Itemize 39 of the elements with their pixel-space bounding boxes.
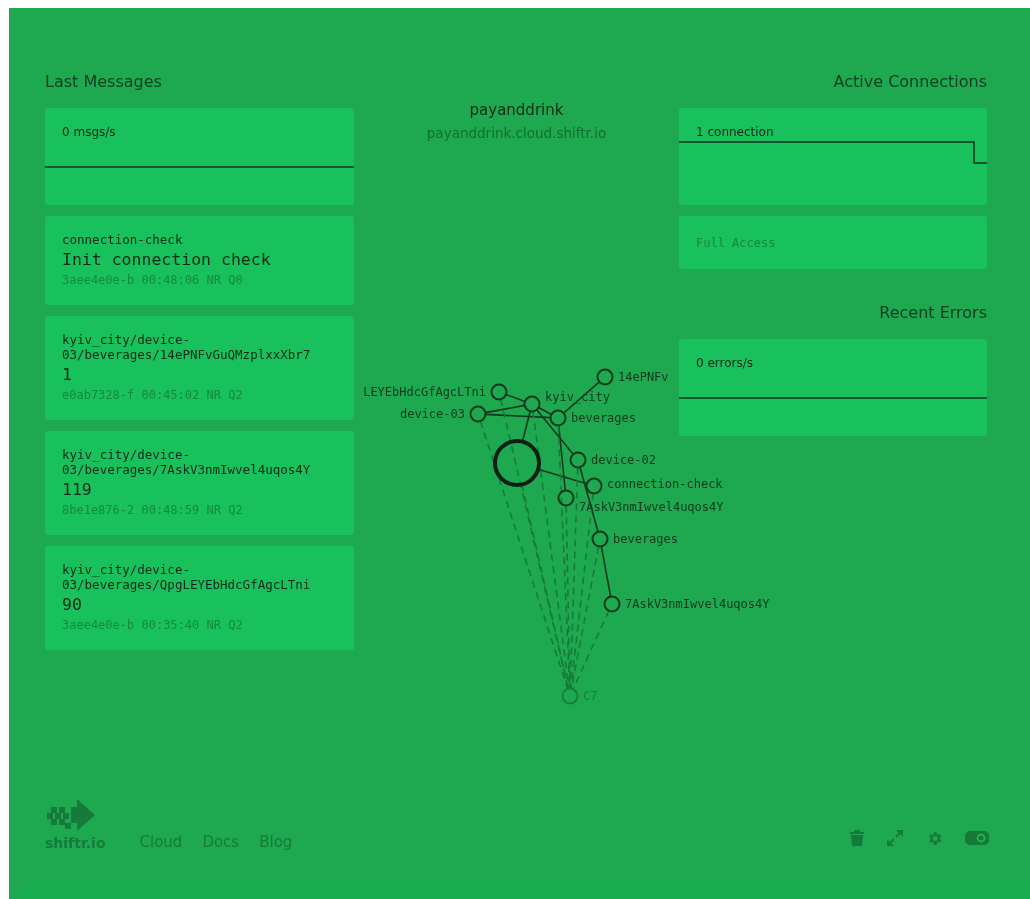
message-topic: kyiv_city/device-03/beverages/14ePNFvGuQMzplxxXbr7 [62, 332, 312, 362]
graph-node[interactable] [549, 409, 567, 427]
toggle-switch[interactable] [965, 831, 989, 845]
graph-node[interactable] [596, 368, 614, 386]
message-payload: 119 [62, 479, 92, 501]
graph-node[interactable] [603, 595, 621, 613]
node-label: device-02 [591, 453, 657, 467]
graph-node[interactable] [523, 395, 541, 413]
graph-node[interactable] [469, 405, 487, 423]
node-label: 14ePNFv [618, 370, 669, 384]
rate-label: 0 msgs/s [61, 124, 117, 140]
errors-label: 0 errors/s [695, 355, 755, 371]
node-label: beverages [571, 411, 637, 425]
message-topic: kyiv_city/device-03/beverages/7AskV3nmIwvel4uqos4Y [62, 447, 312, 477]
graph-node[interactable] [569, 451, 587, 469]
message-topic: kyiv_city/device-03/beverages/QpgLEYEbHdcGfAgcLTni [62, 562, 312, 592]
broker-node[interactable] [493, 439, 541, 487]
logo-icon [45, 797, 95, 833]
node-label: connection-check [607, 477, 723, 491]
broker-title: payanddrink [469, 100, 564, 120]
broker-host: payanddrink.cloud.shiftr.io [426, 124, 607, 143]
connections-label: 1 connection [695, 124, 775, 140]
panel-title: Active Connections [833, 72, 987, 92]
node-label: beverages [613, 532, 679, 546]
node-label: 7AskV3nmIwvel4uqos4Y [625, 597, 770, 611]
node-label: 7AskV3nmIwvel4uqos4Y [579, 500, 724, 514]
message-payload: 1 [62, 364, 72, 386]
graph-node[interactable] [557, 489, 575, 507]
node-label: device-03 [399, 407, 465, 421]
graph-node[interactable] [591, 530, 609, 548]
message-topic: connection-check [62, 232, 183, 247]
panel-title: Last Messages [45, 72, 163, 92]
graph-node[interactable] [585, 477, 603, 495]
graph-node[interactable] [490, 383, 508, 401]
message-payload: Init connection check [62, 249, 271, 271]
graph-node[interactable] [561, 687, 579, 705]
node-label: LEYEbHdcGfAgcLTni [363, 385, 486, 399]
panel-title: Recent Errors [879, 303, 987, 323]
message-payload: 90 [62, 594, 82, 616]
